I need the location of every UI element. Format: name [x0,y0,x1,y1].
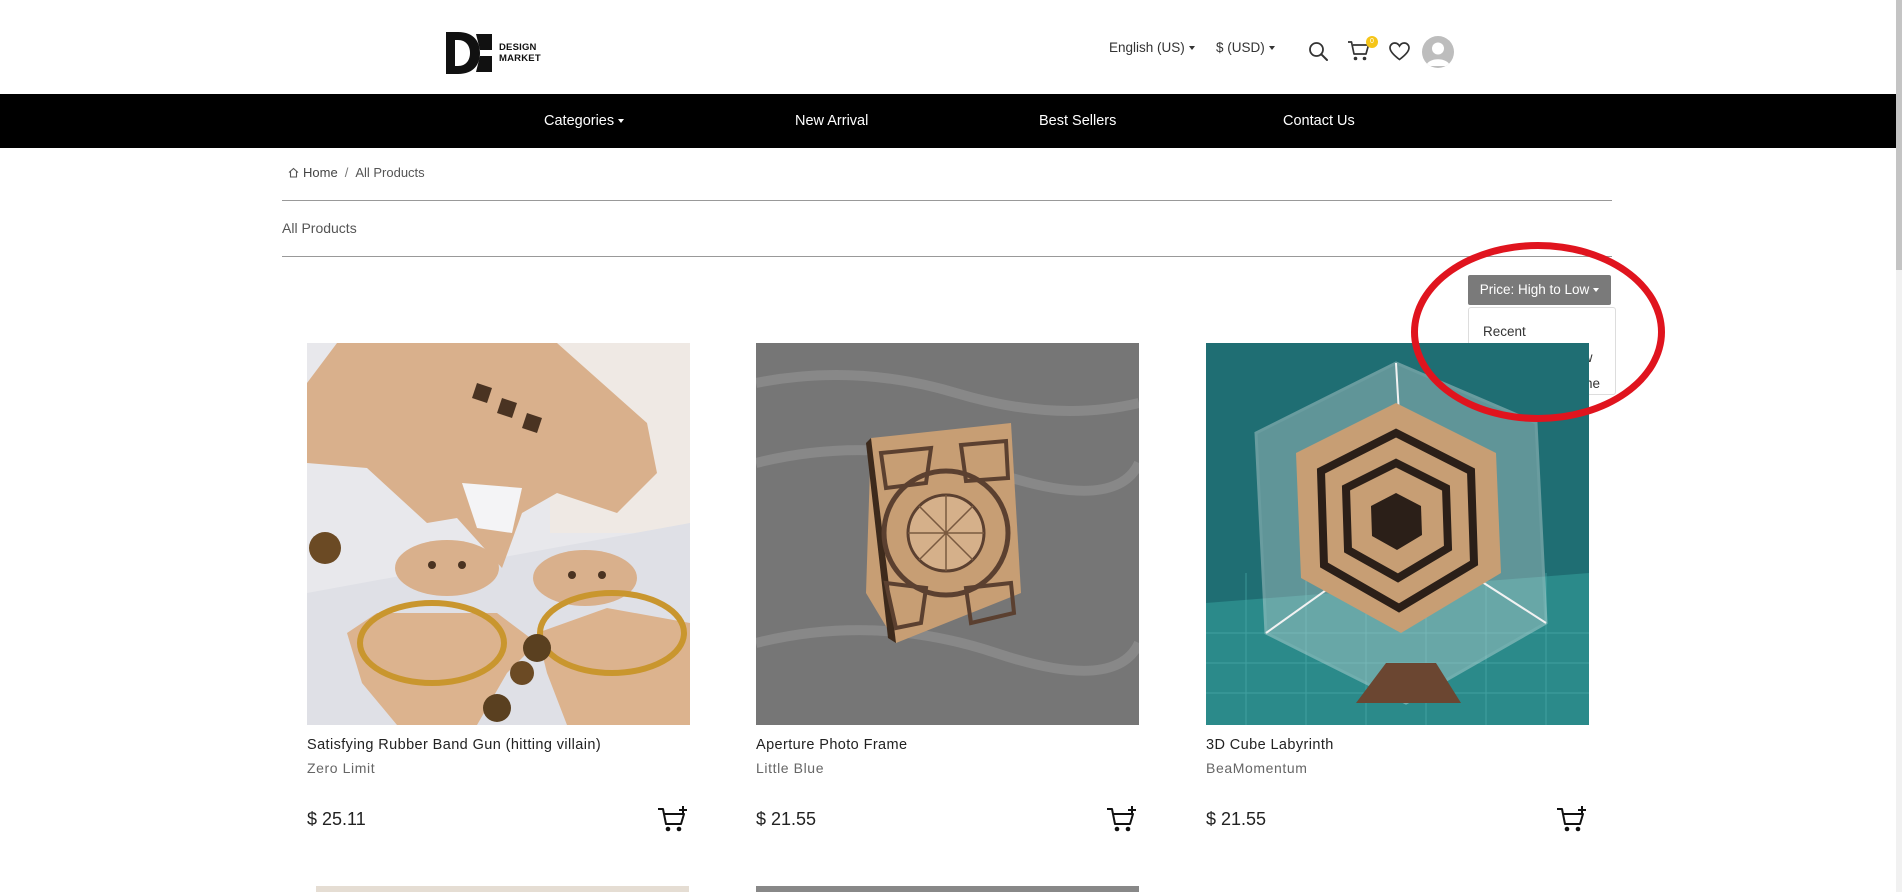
sort-selected-label: Price: High to Low [1479,282,1590,297]
user-avatar-icon[interactable] [1422,36,1454,68]
main-navbar: Categories New Arrival Best Sellers Cont… [0,94,1896,148]
add-to-cart-icon[interactable] [1105,804,1139,834]
brand-name-line1: DESIGN [499,42,537,53]
sort-dropdown-button[interactable]: Price: High to Low [1468,275,1611,305]
product-price: $ 21.55 [756,808,817,829]
product-card[interactable]: Aperture Photo Frame Little Blue $ 21.55 [756,343,1139,834]
logo-mark-icon [446,32,492,74]
brand-logo[interactable]: DESIGN MARKET [446,32,541,74]
page-scrollbar[interactable] [1896,0,1902,892]
site-header: DESIGN MARKET English (US) $ (USD) 0 [0,0,1902,94]
product-image[interactable] [307,343,690,725]
product-image[interactable] [1206,343,1589,725]
cart-button[interactable]: 0 [1346,36,1378,62]
caret-down-icon [1268,45,1275,50]
product-shop[interactable]: BeaMomentum [1206,760,1589,776]
nav-contact-us[interactable]: Contact Us [1283,94,1355,148]
product-card[interactable]: Satisfying Rubber Band Gun (hitting vill… [307,343,690,834]
nav-categories[interactable]: Categories [544,94,625,148]
product-card[interactable]: 3D Cube Labyrinth BeaMomentum $ 21.55 [1206,343,1589,834]
product-shop[interactable]: Little Blue [756,760,1139,776]
home-icon [288,167,299,178]
product-price: $ 21.55 [1206,808,1267,829]
section-title: All Products [282,220,357,236]
product-footer: $ 21.55 [756,804,1139,834]
sort-option-recent[interactable]: Recent [1469,319,1615,345]
product-footer: $ 25.11 [307,804,690,834]
search-icon[interactable] [1307,40,1329,62]
breadcrumb-current: All Products [355,165,425,180]
product-image[interactable] [316,886,689,892]
breadcrumb: Home / All Products [288,165,425,180]
caret-down-icon [618,119,625,124]
language-label: English (US) [1109,40,1185,55]
product-name[interactable]: 3D Cube Labyrinth [1206,737,1589,753]
add-to-cart-icon[interactable] [1555,804,1589,834]
scrollbar-thumb[interactable] [1896,0,1902,270]
product-name[interactable]: Aperture Photo Frame [756,737,1139,753]
language-selector[interactable]: English (US) [1109,40,1195,55]
add-to-cart-icon[interactable] [656,804,690,834]
divider [282,256,1612,257]
currency-selector[interactable]: $ (USD) [1216,40,1275,55]
cart-count-badge: 0 [1366,36,1378,48]
heart-icon[interactable] [1388,41,1410,61]
product-footer: $ 21.55 [1206,804,1589,834]
divider [282,200,1612,201]
caret-down-icon [1593,288,1600,293]
product-name[interactable]: Satisfying Rubber Band Gun (hitting vill… [307,737,690,753]
product-image[interactable] [756,343,1139,725]
product-image[interactable] [756,886,1139,892]
brand-name-line2: MARKET [499,53,541,64]
nav-new-arrival[interactable]: New Arrival [795,94,868,148]
brand-name: DESIGN MARKET [499,42,541,64]
product-shop[interactable]: Zero Limit [307,760,690,776]
breadcrumb-home[interactable]: Home [303,165,338,180]
breadcrumb-separator: / [344,165,349,180]
product-price: $ 25.11 [307,808,366,829]
nav-categories-label: Categories [544,113,615,129]
currency-label: $ (USD) [1216,40,1265,55]
nav-best-sellers[interactable]: Best Sellers [1039,94,1116,148]
caret-down-icon [1188,45,1195,50]
